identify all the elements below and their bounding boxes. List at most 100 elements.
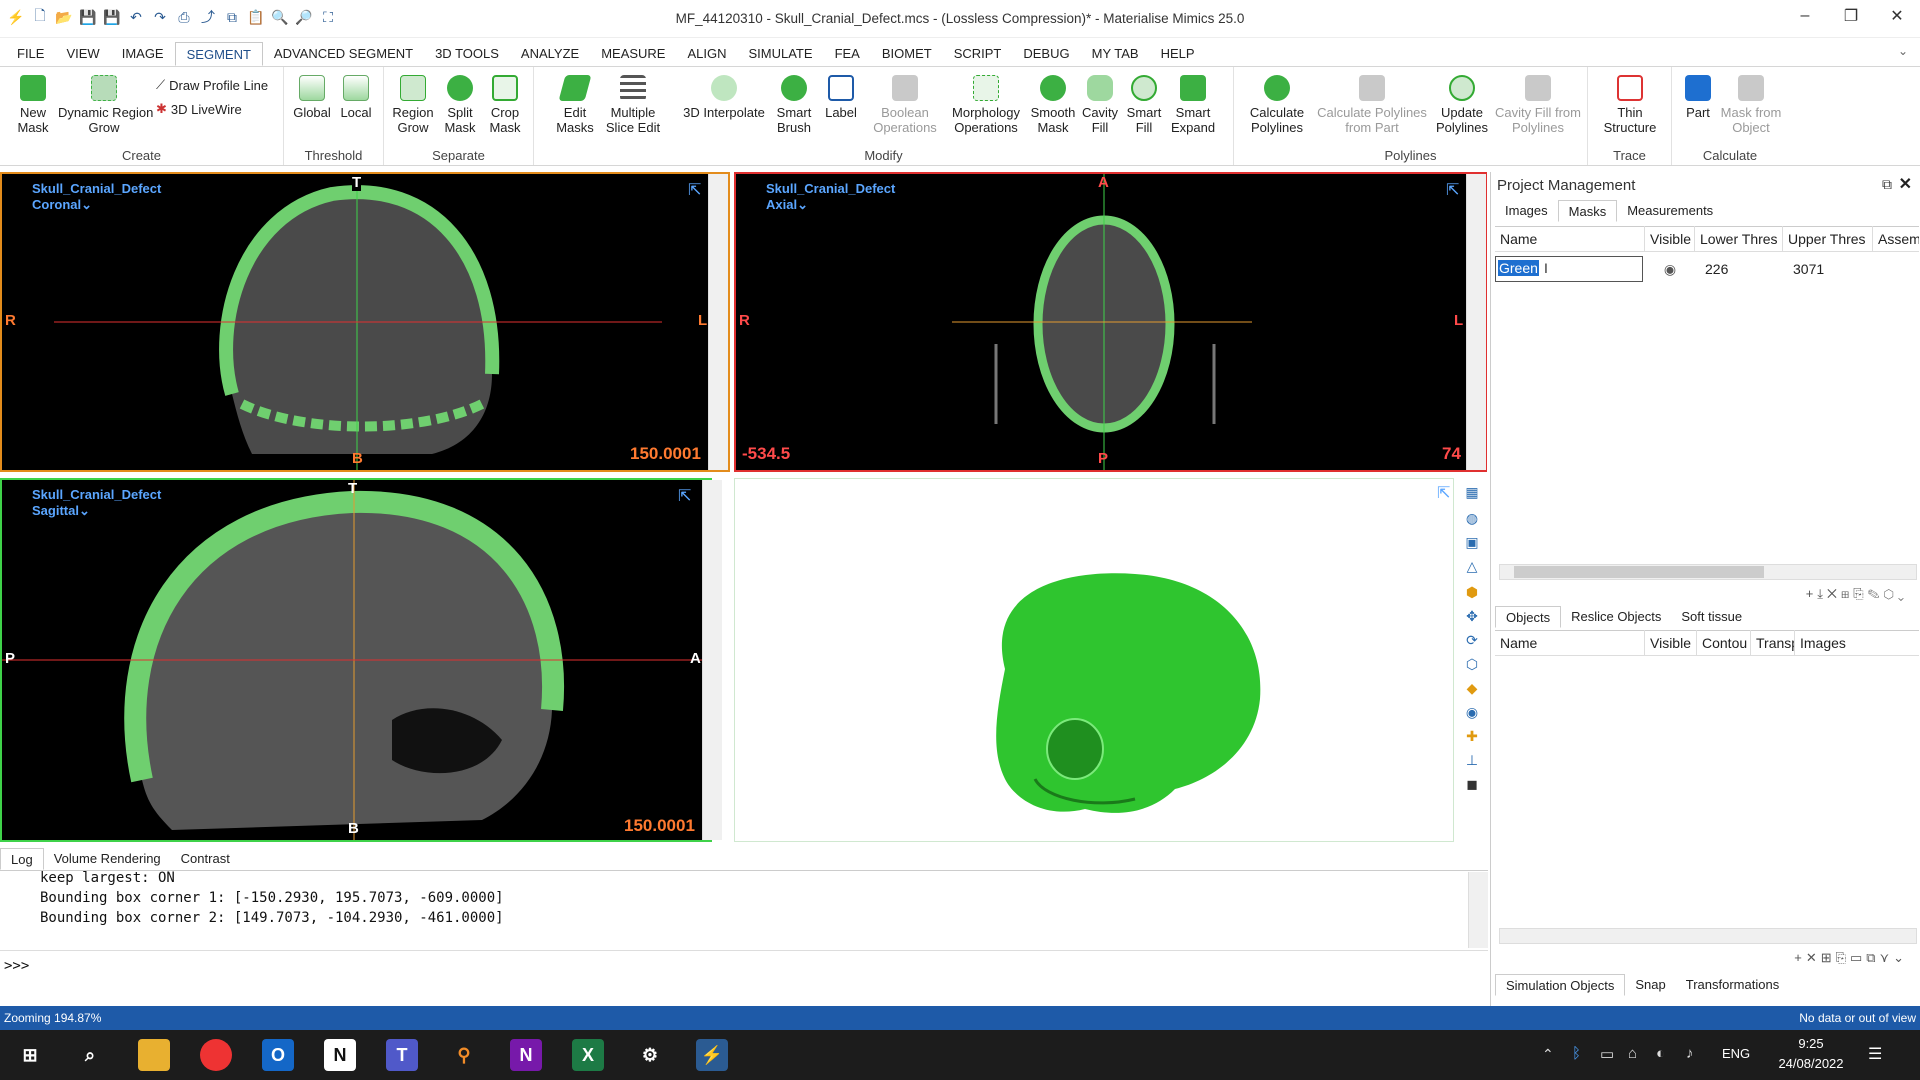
mask-visible-eye-icon[interactable]: ◉ [1643, 261, 1697, 278]
collapse-ribbon-icon[interactable]: ⌄ [1898, 44, 1908, 58]
mimics-app-icon[interactable]: ⚡ [696, 1039, 728, 1071]
menu-view[interactable]: VIEW [55, 42, 110, 66]
morphology-operations-button[interactable]: Morphology Operations [946, 75, 1026, 135]
search-tool-icon[interactable]: ⚲ [448, 1039, 480, 1071]
coronal-viewport-label[interactable]: Skull_Cranial_Defect Coronal⌄ [32, 181, 161, 213]
tab-measurements[interactable]: Measurements [1617, 200, 1723, 222]
column-contour[interactable]: Contou [1697, 630, 1751, 656]
menu-my-tab[interactable]: MY TAB [1081, 42, 1150, 66]
column-name[interactable]: Name [1495, 630, 1645, 656]
search-icon[interactable]: ⌕ [74, 1039, 106, 1071]
minimize-button[interactable]: – [1782, 0, 1828, 32]
close-panel-icon[interactable]: ✕ [1899, 174, 1912, 194]
crop-mask-button[interactable]: Crop Mask [484, 75, 526, 135]
menu-fea[interactable]: FEA [824, 42, 871, 66]
visibility-icon[interactable]: ◉ [1461, 702, 1483, 722]
sagittal-view-selector[interactable]: Sagittal⌄ [32, 503, 161, 519]
tab-reslice-objects[interactable]: Reslice Objects [1561, 606, 1671, 628]
onenote-icon[interactable]: N [510, 1039, 542, 1071]
label-button[interactable]: Label [822, 75, 860, 120]
axial-viewport[interactable]: Skull_Cranial_Defect Axial⌄ A P R L -534.… [734, 172, 1487, 472]
3d-livewire-button[interactable]: ✱ 3D LiveWire [156, 101, 242, 117]
tab-transformations[interactable]: Transformations [1676, 974, 1789, 996]
masks-actions-toolbar[interactable]: +⤓✕⊞⎘✎⬡⌄ [1806, 586, 1908, 602]
mask-from-object-button[interactable]: Mask from Object [1718, 75, 1784, 135]
calculate-polylines-button[interactable]: Calculate Polylines [1244, 75, 1310, 135]
menu-help[interactable]: HELP [1150, 42, 1206, 66]
boolean-operations-button[interactable]: Boolean Operations [868, 75, 942, 135]
settings-gear-icon[interactable]: ⚙ [634, 1039, 666, 1071]
coronal-scrollbar[interactable] [708, 174, 728, 470]
language-indicator[interactable]: ENG [1722, 1046, 1750, 1061]
excel-icon[interactable]: X [572, 1039, 604, 1071]
thin-structure-button[interactable]: Thin Structure [1594, 75, 1666, 135]
part-button[interactable]: Part [1680, 75, 1716, 120]
menu-measure[interactable]: MEASURE [590, 42, 676, 66]
split-mask-button[interactable]: Split Mask [440, 75, 480, 135]
lighting-icon[interactable]: ◆ [1461, 678, 1483, 698]
menu-3d-tools[interactable]: 3D TOOLS [424, 42, 510, 66]
axes-icon[interactable]: ⊥ [1461, 750, 1483, 770]
column-assembly[interactable]: Assem [1873, 226, 1919, 252]
objects-actions-toolbar[interactable]: +✕⊞⎘▭⧉⋎⌄ [1794, 950, 1908, 966]
menu-segment[interactable]: SEGMENT [174, 42, 263, 66]
float-panel-icon[interactable]: ⧉ [1882, 176, 1892, 193]
tab-objects[interactable]: Objects [1495, 606, 1562, 628]
crosshair-icon[interactable]: ✚ [1461, 726, 1483, 746]
axial-view-selector[interactable]: Axial⌄ [766, 197, 895, 213]
global-threshold-button[interactable]: Global [292, 75, 332, 120]
cube-view-icon[interactable]: ⬡ [1461, 654, 1483, 674]
maximize-viewport-icon[interactable]: ⇱ [678, 486, 691, 506]
smart-fill-button[interactable]: Smart Fill [1124, 75, 1164, 135]
sagittal-viewport[interactable]: Skull_Cranial_Defect Sagittal⌄ T B P A 15… [0, 478, 712, 842]
notion-icon[interactable]: N [324, 1039, 356, 1071]
chrome-icon[interactable] [200, 1039, 232, 1071]
battery-icon[interactable]: ▭ [1600, 1045, 1614, 1063]
tab-masks[interactable]: Masks [1557, 200, 1618, 222]
tab-volume-rendering[interactable]: Volume Rendering [44, 848, 171, 870]
maximize-viewport-icon[interactable]: ⇱ [1446, 180, 1459, 200]
sagittal-viewport-label[interactable]: Skull_Cranial_Defect Sagittal⌄ [32, 487, 161, 519]
menu-image[interactable]: IMAGE [111, 42, 175, 66]
tray-chevron-icon[interactable]: ⌃ [1542, 1046, 1554, 1063]
column-name[interactable]: Name [1495, 226, 1645, 252]
new-mask-button[interactable]: New Mask [10, 75, 56, 135]
grid-icon[interactable]: ▦ [1461, 482, 1483, 502]
3d-viewport[interactable]: ⇱ [734, 478, 1454, 842]
menu-debug[interactable]: DEBUG [1012, 42, 1080, 66]
tab-simulation-objects[interactable]: Simulation Objects [1495, 974, 1626, 996]
rotate-icon[interactable]: ⟳ [1461, 630, 1483, 650]
sphere-icon[interactable]: ◍ [1461, 508, 1483, 528]
masks-horizontal-scrollbar[interactable] [1499, 564, 1917, 580]
column-images[interactable]: Images [1795, 630, 1915, 656]
outlook-icon[interactable]: O [262, 1039, 294, 1071]
calculate-polylines-from-part-button[interactable]: Calculate Polylines from Part [1312, 75, 1432, 135]
cavity-fill-from-polylines-button[interactable]: Cavity Fill from Polylines [1492, 75, 1584, 135]
multiple-slice-edit-button[interactable]: Multiple Slice Edit [602, 75, 664, 135]
close-button[interactable]: ✕ [1874, 0, 1920, 32]
maximize-3d-viewport-icon[interactable]: ⇱ [1437, 483, 1450, 503]
menu-file[interactable]: FILE [6, 42, 55, 66]
restore-button[interactable]: ❐ [1828, 0, 1874, 32]
coronal-view-selector[interactable]: Coronal⌄ [32, 197, 161, 213]
camera-icon[interactable]: ◼ [1461, 774, 1483, 794]
script-console[interactable]: >>> [0, 950, 1488, 980]
menu-analyze[interactable]: ANALYZE [510, 42, 590, 66]
log-scrollbar[interactable] [1468, 872, 1488, 948]
smart-brush-button[interactable]: Smart Brush [770, 75, 818, 135]
edit-masks-button[interactable]: Edit Masks [552, 75, 598, 135]
bluetooth-icon[interactable]: ᛒ [1572, 1045, 1581, 1062]
tab-images[interactable]: Images [1495, 200, 1558, 222]
mask-row-green[interactable]: Green I ◉ 226 3071 [1495, 254, 1919, 284]
update-polylines-button[interactable]: Update Polylines [1434, 75, 1490, 135]
3d-interpolate-button[interactable]: 3D Interpolate [680, 75, 768, 120]
column-visible[interactable]: Visible [1645, 630, 1697, 656]
windows-start-icon[interactable]: ⊞ [14, 1039, 46, 1071]
tab-soft-tissue[interactable]: Soft tissue [1671, 606, 1752, 628]
mask-name-edit[interactable]: Green I [1495, 256, 1643, 282]
volume-icon[interactable]: ♪ [1686, 1045, 1694, 1062]
notifications-icon[interactable]: ☰ [1868, 1044, 1882, 1064]
draw-profile-line-button[interactable]: ⟋ Draw Profile Line [156, 77, 268, 93]
menu-script[interactable]: SCRIPT [943, 42, 1013, 66]
pan-icon[interactable]: ✥ [1461, 606, 1483, 626]
